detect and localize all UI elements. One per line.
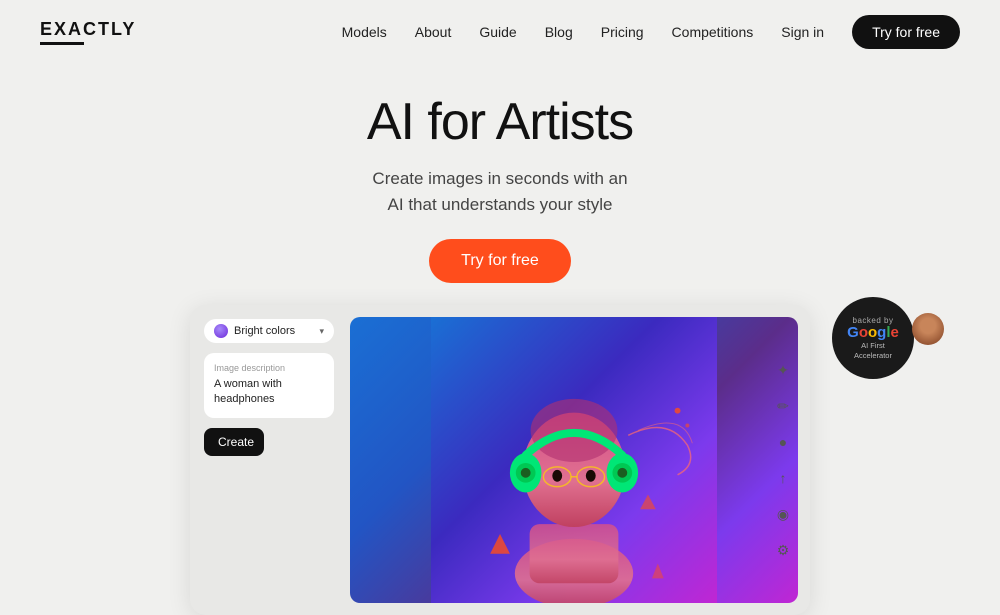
navbar: EXACTLY Models About Guide Blog Pricing … (0, 0, 1000, 64)
input-text-value[interactable]: A woman with headphones (214, 377, 324, 408)
model-selector[interactable]: Bright colors ▾ (204, 319, 334, 343)
hero-section: AI for Artists Create images in seconds … (0, 64, 1000, 283)
upload-icon[interactable]: ↑ (770, 465, 796, 491)
left-panel: Bright colors ▾ Image description A woma… (190, 305, 350, 615)
nav-competitions[interactable]: Competitions (672, 24, 754, 40)
eye-icon[interactable]: ◉ (770, 501, 796, 527)
nav-pricing[interactable]: Pricing (601, 24, 644, 40)
create-button[interactable]: Create (204, 428, 264, 456)
mockup-area: backed by Google AI First Accelerator Br… (0, 305, 1000, 615)
badge-brand: Google (847, 325, 899, 342)
avatar-image (912, 313, 944, 345)
logo-underline (40, 42, 84, 45)
right-toolbar: ✦ ✏ ● ↑ ◉ ⚙ (770, 357, 796, 563)
badge-sub2: Accelerator (854, 351, 892, 361)
image-panel (350, 317, 798, 603)
nav-about[interactable]: About (415, 24, 452, 40)
dot-icon[interactable]: ● (770, 429, 796, 455)
nav-blog[interactable]: Blog (545, 24, 573, 40)
logo: EXACTLY (40, 19, 136, 45)
nav-models[interactable]: Models (342, 24, 387, 40)
nav-links: Models About Guide Blog Pricing Competit… (342, 15, 960, 49)
image-description-box: Image description A woman with headphone… (204, 353, 334, 418)
badge-sub1: AI First (861, 341, 885, 351)
input-label: Image description (214, 363, 324, 373)
user-avatar (912, 313, 944, 345)
hero-cta-button[interactable]: Try for free (429, 239, 571, 283)
generated-image (350, 317, 798, 603)
chevron-down-icon: ▾ (319, 326, 324, 337)
nav-try-free-button[interactable]: Try for free (852, 15, 960, 49)
model-color-dot (214, 324, 228, 338)
brush-icon[interactable]: ✏ (770, 393, 796, 419)
nav-guide[interactable]: Guide (479, 24, 516, 40)
logo-text: EXACTLY (40, 19, 136, 40)
hero-title: AI for Artists (367, 92, 633, 152)
illustration-svg (350, 317, 798, 603)
app-card: Bright colors ▾ Image description A woma… (190, 305, 810, 615)
nav-signin[interactable]: Sign in (781, 24, 824, 40)
settings-icon[interactable]: ⚙ (770, 537, 796, 563)
magic-wand-icon[interactable]: ✦ (770, 357, 796, 383)
google-badge: backed by Google AI First Accelerator (832, 297, 914, 379)
model-name-text: Bright colors (234, 325, 313, 337)
hero-subtitle: Create images in seconds with an AI that… (372, 166, 627, 217)
